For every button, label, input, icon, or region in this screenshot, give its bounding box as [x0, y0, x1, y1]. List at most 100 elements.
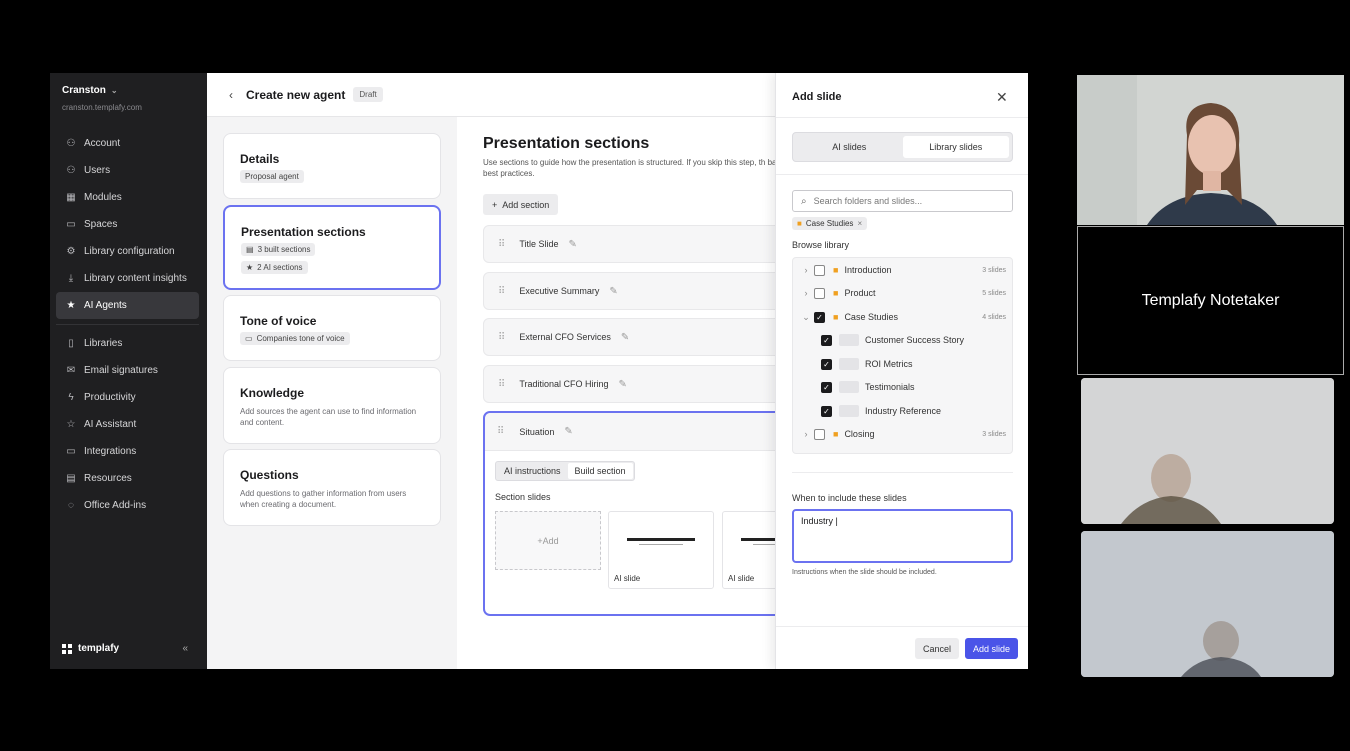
sidebar-item-ai-assistant[interactable]: ☆ AI Assistant	[56, 411, 199, 438]
section-row[interactable]: ⠿ Traditional CFO Hiring ✎	[483, 365, 775, 403]
checkbox-checked[interactable]: ✓	[821, 405, 832, 417]
sidebar-footer: templafy «	[62, 643, 188, 654]
checkbox-checked[interactable]: ✓	[821, 358, 832, 370]
sidebar-item-library-configuration[interactable]: ⚙ Library configuration	[56, 238, 199, 265]
checkbox-checked[interactable]: ✓	[821, 334, 832, 346]
tree-slide[interactable]: ✓ Testimonials	[793, 377, 1012, 397]
tab-build-section[interactable]: Build section	[567, 463, 633, 479]
edit-icon[interactable]: ✎	[609, 286, 617, 297]
sidebar-item-label: Account	[84, 138, 121, 149]
add-slide-panel: Add slide ✕ AI slides Library slides ⌕ Se…	[775, 73, 1028, 669]
add-section-button[interactable]: + Add section	[483, 194, 559, 215]
tree-folder[interactable]: ⌄ ✓ ■ Case Studies 4 slides	[793, 307, 1012, 327]
sidebar-item-label: Library configuration	[84, 246, 175, 257]
close-icon[interactable]: ✕	[996, 89, 1008, 106]
step-knowledge[interactable]: Knowledge Add sources the agent can use …	[223, 367, 441, 444]
when-include-textarea[interactable]: Industry |	[792, 509, 1013, 563]
sidebar-item-email-signatures[interactable]: ✉ Email signatures	[56, 357, 199, 384]
chevron-right-icon[interactable]: ›	[801, 265, 811, 275]
notetaker-tile: Templafy Notetaker	[1077, 226, 1344, 375]
drag-handle-icon[interactable]: ⠿	[498, 286, 505, 297]
tab-library-slides[interactable]: Library slides	[902, 136, 1009, 158]
participant-video-tile	[1077, 75, 1344, 225]
sidebar-item-label: Resources	[84, 473, 132, 484]
step-presentation-sections[interactable]: Presentation sections ▤ 3 built sections …	[223, 205, 441, 290]
section-row[interactable]: ⠿ External CFO Services ✎	[483, 318, 775, 356]
collapse-sidebar-icon[interactable]: «	[182, 643, 188, 654]
tree-slide[interactable]: ✓ Customer Success Story	[793, 330, 1012, 350]
step-details[interactable]: Details Proposal agent	[223, 133, 441, 199]
chip-label: Proposal agent	[245, 172, 299, 181]
status-badge: Draft	[353, 87, 383, 102]
add-slide-placeholder[interactable]: +Add	[495, 511, 601, 570]
brand-logo: templafy	[62, 643, 119, 654]
divider	[776, 117, 1028, 118]
checkbox[interactable]	[814, 428, 825, 440]
slide-label: AI slide	[614, 574, 641, 583]
sidebar-item-office-add-ins[interactable]: ◌ Office Add-ins	[56, 492, 199, 519]
sidebar-item-integrations[interactable]: ▭ Integrations	[56, 438, 199, 465]
section-row[interactable]: ⠿ Title Slide ✎	[483, 225, 775, 263]
sidebar-item-libraries[interactable]: ▯ Libraries	[56, 330, 199, 357]
back-arrow-icon[interactable]: ‹	[229, 88, 233, 102]
chevron-right-icon[interactable]: ›	[801, 429, 811, 439]
step-tone-of-voice[interactable]: Tone of voice ▭ Companies tone of voice	[223, 295, 441, 361]
section-header[interactable]: ⠿ Situation ✎	[485, 413, 775, 451]
sidebar-item-modules[interactable]: ▦ Modules	[56, 184, 199, 211]
add-slide-button[interactable]: Add slide	[965, 638, 1019, 659]
edit-icon[interactable]: ✎	[569, 239, 577, 250]
checkbox[interactable]	[814, 287, 825, 299]
header: ‹ Create new agent Draft	[207, 73, 775, 117]
slide-count: 3 slides	[982, 430, 1006, 438]
checkbox-checked[interactable]: ✓	[814, 311, 825, 323]
drag-handle-icon[interactable]: ⠿	[498, 332, 505, 343]
slide-thumbnail	[839, 334, 859, 346]
sidebar-item-spaces[interactable]: ▭ Spaces	[56, 211, 199, 238]
remove-tag-icon[interactable]: ×	[857, 219, 862, 228]
slide-thumbnail[interactable]: AI slide	[608, 511, 714, 589]
slide-thumbnail[interactable]: AI slide	[722, 511, 775, 589]
tab-ai-slides[interactable]: AI slides	[796, 136, 903, 158]
step-title: Knowledge	[240, 386, 305, 400]
step-questions[interactable]: Questions Add questions to gather inform…	[223, 449, 441, 526]
org-switcher[interactable]: Cranston ⌄ cranston.templafy.com	[62, 85, 142, 112]
section-row[interactable]: ⠿ Executive Summary ✎	[483, 272, 775, 310]
mail-icon: ✉	[66, 365, 76, 376]
chip-label: 3 built sections	[257, 245, 311, 254]
chevron-right-icon[interactable]: ›	[801, 288, 811, 298]
slide-label: AI slide	[728, 574, 755, 583]
sidebar-item-label: AI Agents	[84, 300, 127, 311]
drag-handle-icon[interactable]: ⠿	[498, 379, 505, 390]
checkbox-checked[interactable]: ✓	[821, 381, 832, 393]
participant-video-tile	[1081, 531, 1334, 677]
search-input[interactable]: ⌕ Search folders and slides...	[792, 190, 1013, 212]
section-description: Use sections to guide how the presentati…	[483, 158, 775, 178]
divider	[792, 472, 1013, 473]
tree-folder[interactable]: › ■ Closing 3 slides	[793, 424, 1012, 444]
chevron-down-icon[interactable]: ⌄	[801, 312, 811, 323]
sidebar-item-account[interactable]: ⚇ Account	[56, 130, 199, 157]
sidebar-item-library-content-insights[interactable]: ⤓ Library content insights	[56, 265, 199, 292]
notetaker-name: Templafy Notetaker	[1141, 291, 1280, 309]
sidebar-item-users[interactable]: ⚇ Users	[56, 157, 199, 184]
folder-icon: ■	[797, 219, 802, 228]
cancel-button[interactable]: Cancel	[915, 638, 960, 659]
sidebar-item-productivity[interactable]: ϟ Productivity	[56, 384, 199, 411]
tree-slide[interactable]: ✓ ROI Metrics	[793, 354, 1012, 374]
edit-icon[interactable]: ✎	[621, 332, 629, 343]
drag-handle-icon[interactable]: ⠿	[497, 426, 504, 437]
checkbox[interactable]	[814, 264, 825, 276]
step-chip: ▭ Companies tone of voice	[240, 332, 350, 345]
edit-icon[interactable]: ✎	[619, 379, 627, 390]
sidebar-item-ai-agents[interactable]: ★ AI Agents	[56, 292, 199, 319]
step-title: Questions	[240, 468, 299, 482]
sidebar-item-label: Office Add-ins	[84, 500, 147, 511]
sidebar-item-resources[interactable]: ▤ Resources	[56, 465, 199, 492]
tree-folder[interactable]: › ■ Introduction 3 slides	[793, 260, 1012, 280]
drag-handle-icon[interactable]: ⠿	[498, 239, 505, 250]
sidebar-item-label: Modules	[84, 192, 122, 203]
tab-ai-instructions[interactable]: AI instructions	[497, 463, 568, 479]
tree-folder[interactable]: › ■ Product 5 slides	[793, 283, 1012, 303]
tree-slide[interactable]: ✓ Industry Reference	[793, 401, 1012, 421]
edit-icon[interactable]: ✎	[564, 426, 572, 437]
